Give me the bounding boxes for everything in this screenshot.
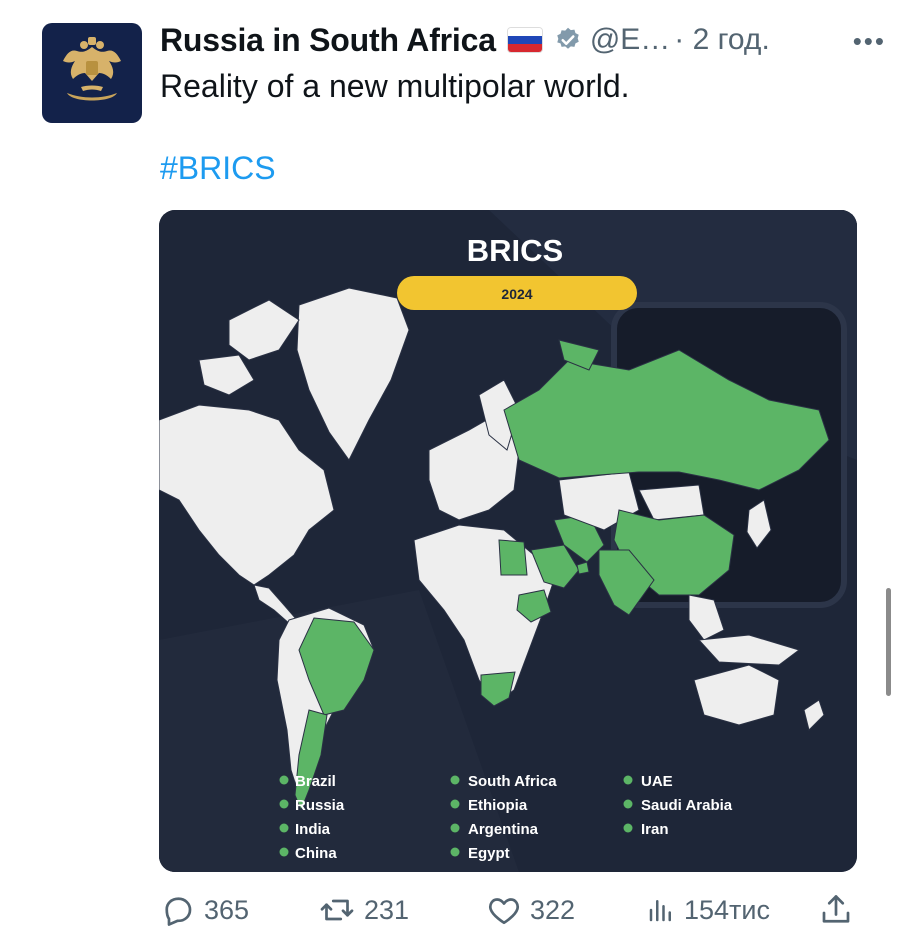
tweet-actions: 365 231 322 154тис bbox=[160, 890, 860, 930]
like-count: 322 bbox=[530, 894, 576, 925]
legend-item: India bbox=[295, 821, 331, 838]
legend-item: Brazil bbox=[295, 773, 336, 790]
brics-map: BRICS 2024 Brazil Russia India China Sou… bbox=[159, 210, 857, 872]
infographic-title: BRICS bbox=[467, 233, 563, 268]
share-button[interactable] bbox=[818, 890, 862, 930]
avatar[interactable] bbox=[42, 23, 142, 123]
infographic-year: 2024 bbox=[501, 286, 532, 302]
views-icon bbox=[649, 900, 671, 922]
retweet-icon bbox=[320, 899, 354, 921]
legend-item: China bbox=[295, 845, 337, 862]
legend-item: Egypt bbox=[468, 845, 510, 862]
russia-flag bbox=[507, 28, 542, 52]
scrollbar[interactable] bbox=[886, 588, 891, 696]
repost-count: 231 bbox=[364, 894, 410, 925]
more-icon[interactable]: ••• bbox=[853, 26, 886, 57]
legend-item: Saudi Arabia bbox=[641, 797, 733, 814]
author-handle[interactable]: @E… bbox=[590, 23, 670, 57]
reply-icon bbox=[165, 897, 192, 926]
legend-item: Russia bbox=[295, 797, 345, 814]
tweet-header: Russia in South Africa @E… · 2 год. bbox=[160, 20, 860, 60]
hashtag-link[interactable]: #BRICS bbox=[160, 150, 276, 187]
legend-item: Iran bbox=[641, 821, 669, 838]
share-icon bbox=[822, 895, 850, 923]
like-icon bbox=[488, 898, 520, 925]
repost-button[interactable]: 231 bbox=[318, 890, 409, 930]
legend-item: UAE bbox=[641, 773, 673, 790]
views-button[interactable]: 154тис bbox=[646, 890, 770, 930]
legend-item: Argentina bbox=[468, 821, 539, 838]
views-count: 154тис bbox=[684, 894, 770, 925]
like-button[interactable]: 322 bbox=[486, 890, 575, 930]
legend-item: South Africa bbox=[468, 773, 557, 790]
tweet-text: Reality of a new multipolar world. bbox=[160, 68, 630, 104]
tweet-time[interactable]: · 2 год. bbox=[674, 23, 770, 57]
legend-item: Ethiopia bbox=[468, 797, 528, 814]
author-name[interactable]: Russia in South Africa bbox=[160, 22, 496, 59]
double-headed-eagle-emblem bbox=[63, 37, 121, 101]
tweet-media-image[interactable]: BRICS 2024 Brazil Russia India China Sou… bbox=[159, 210, 857, 872]
reply-button[interactable]: 365 bbox=[160, 890, 249, 930]
reply-count: 365 bbox=[204, 894, 250, 925]
verified-badge-icon bbox=[557, 27, 579, 49]
